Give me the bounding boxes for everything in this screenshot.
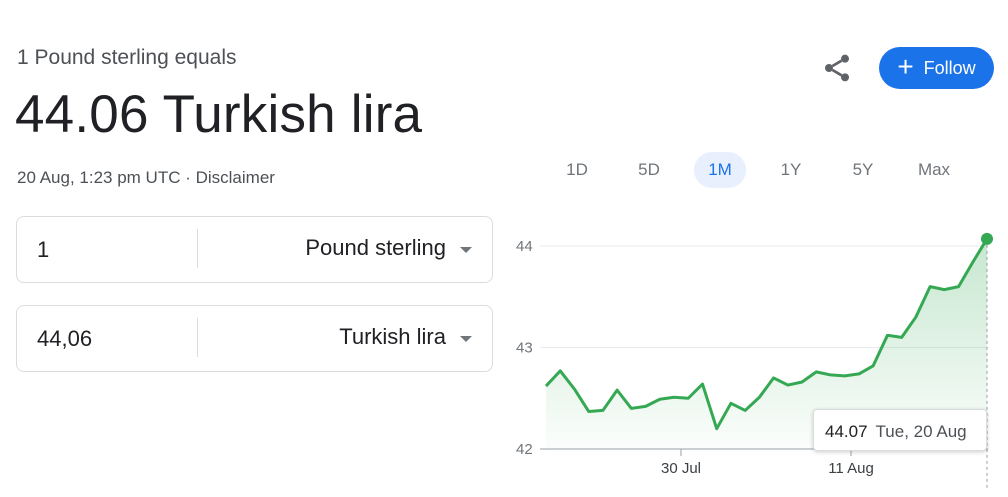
rate-currency: Turkish lira xyxy=(162,85,423,144)
last-updated: 20 Aug, 1:23 pm UTC xyxy=(17,168,181,187)
chevron-down-icon[interactable] xyxy=(460,247,472,253)
timestamp-line: 20 Aug, 1:23 pm UTC · Disclaimer xyxy=(17,168,275,188)
current-point xyxy=(981,232,993,245)
y-tick-label: 43 xyxy=(516,340,533,357)
tab-5y[interactable]: 5Y xyxy=(831,152,895,188)
from-amount-input[interactable]: 1 xyxy=(37,237,49,263)
y-tick-label: 42 xyxy=(516,441,533,458)
rate-value: 44.06 xyxy=(15,85,149,144)
to-currency-select[interactable]: Turkish lira xyxy=(339,324,446,350)
follow-label: Follow xyxy=(923,57,976,78)
from-currency-select[interactable]: Pound sterling xyxy=(305,235,446,261)
disclaimer-link[interactable]: Disclaimer xyxy=(196,168,275,187)
separator: · xyxy=(180,168,196,187)
tooltip-value: 44.07 xyxy=(825,422,868,441)
from-currency-row: 1 Pound sterling xyxy=(16,216,493,283)
tab-5d[interactable]: 5D xyxy=(617,152,681,188)
chart-tooltip: 44.07 Tue, 20 Aug xyxy=(813,409,987,451)
divider xyxy=(197,229,198,268)
x-tick-label: 30 Jul xyxy=(661,460,701,477)
to-currency-row: 44,06 Turkish lira xyxy=(16,305,493,372)
plus-icon: + xyxy=(897,50,914,82)
exchange-rate-chart[interactable]: 42 43 44 30 Jul 11 Aug xyxy=(510,218,1008,497)
tab-1d[interactable]: 1D xyxy=(545,152,609,188)
tab-1y[interactable]: 1Y xyxy=(759,152,823,188)
tab-1m[interactable]: 1M xyxy=(694,152,746,188)
x-tick-label: 11 Aug xyxy=(828,460,874,477)
tooltip-date: Tue, 20 Aug xyxy=(875,422,967,441)
y-tick-label: 44 xyxy=(516,238,533,255)
share-icon xyxy=(825,54,849,82)
follow-button[interactable]: + Follow xyxy=(879,47,994,89)
chevron-down-icon[interactable] xyxy=(460,336,472,342)
divider xyxy=(197,318,198,357)
tab-max[interactable]: Max xyxy=(900,152,968,188)
to-amount-input[interactable]: 44,06 xyxy=(37,326,92,352)
share-button[interactable] xyxy=(817,48,857,88)
conversion-result: 44.06 Turkish lira xyxy=(15,84,422,145)
conversion-subtitle: 1 Pound sterling equals xyxy=(17,46,237,69)
